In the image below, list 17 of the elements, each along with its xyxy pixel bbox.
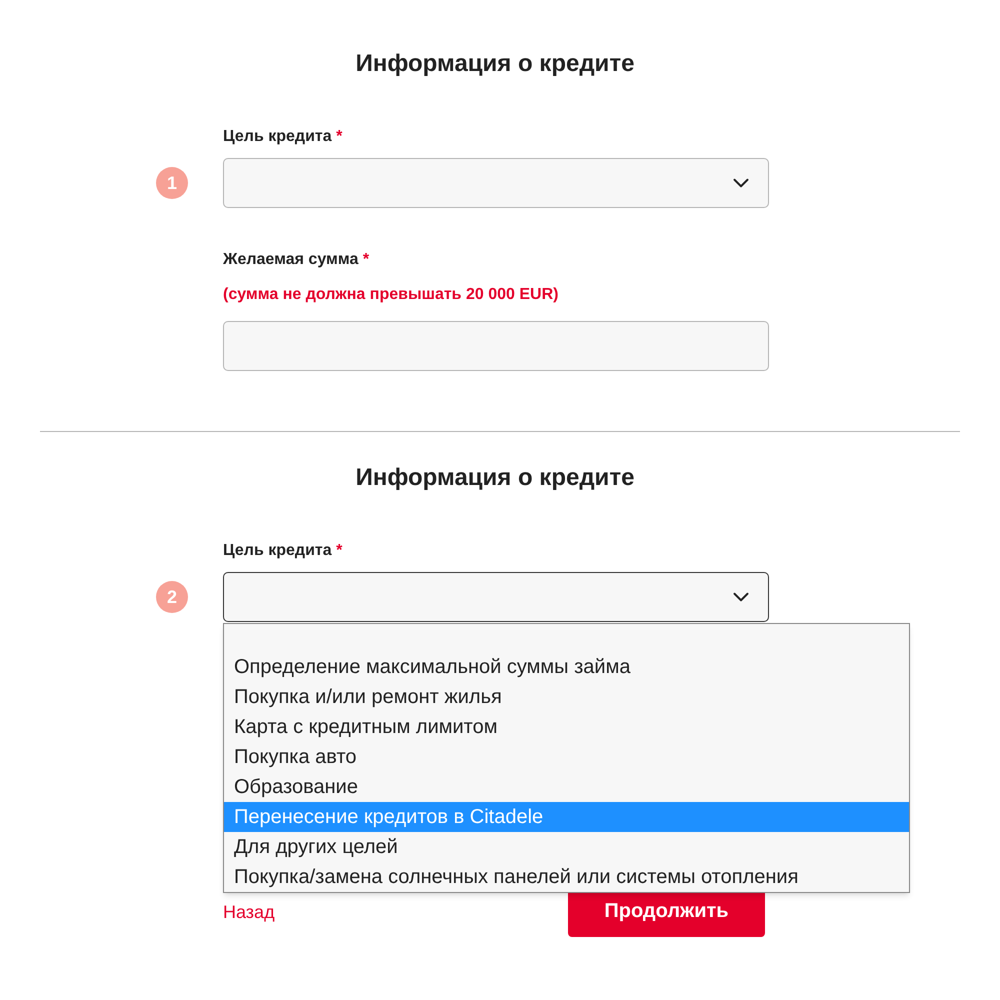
dropdown-option[interactable]: Покупка авто (224, 742, 909, 772)
dropdown-option[interactable]: Покупка и/или ремонт жилья (224, 682, 909, 712)
dropdown-option[interactable]: Карта с кредитным лимитом (224, 712, 909, 742)
step-badge: 1 (156, 167, 188, 199)
section-title: Информация о кредите (354, 463, 636, 493)
purpose-select[interactable] (223, 572, 769, 622)
dropdown-option[interactable]: Определение максимальной суммы займа (224, 652, 909, 682)
amount-field[interactable] (223, 321, 769, 371)
field-label: Цель кредита * (223, 541, 344, 561)
field-label: Цель кредита * (223, 127, 344, 147)
field-label: Желаемая сумма * (223, 250, 370, 270)
step-badge: 2 (156, 581, 188, 613)
back-link[interactable]: Назад (223, 898, 275, 926)
section-title: Информация о кредите (354, 49, 636, 79)
dropdown-option[interactable]: Образование (224, 772, 909, 802)
hint-text: (сумма не должна превышать 20 000 EUR) (223, 285, 560, 305)
dropdown-option[interactable]: Для других целей (224, 832, 909, 862)
